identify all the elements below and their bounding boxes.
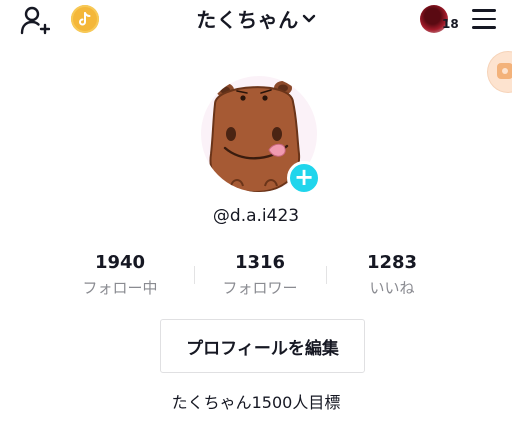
stat-label: フォロー中 [82,279,158,297]
stat-value: 1940 [94,252,146,273]
profile-handle: @d.a.i423 [212,206,300,226]
floating-widget-icon[interactable] [488,52,512,92]
chevron-down-icon [302,9,316,28]
stat-label: フォロワー [222,279,298,297]
stat-label: いいね [369,279,415,297]
edit-profile-label: プロフィールを編集 [186,338,339,359]
stat-following[interactable]: 1940 フォロー中 [55,252,185,298]
stat-likes[interactable]: 1283 いいね [327,252,457,298]
top-bar: たくちゃん 18 [0,0,512,40]
profile-stats: 1940 フォロー中 1316 フォロワー 1283 いいね [0,252,512,304]
notification-badge: 18 [442,17,459,31]
stat-value: 1316 [234,252,286,273]
stat-value: 1283 [366,252,418,273]
stat-followers[interactable]: 1316 フォロワー [195,252,325,298]
add-avatar-button[interactable]: + [287,161,321,195]
hamburger-menu-icon[interactable] [472,9,496,29]
edit-profile-button[interactable]: プロフィールを編集 [160,319,365,373]
profile-bio: たくちゃん1500人目標 [171,393,341,412]
plus-icon: + [293,163,315,191]
page-title: たくちゃん [196,8,299,32]
